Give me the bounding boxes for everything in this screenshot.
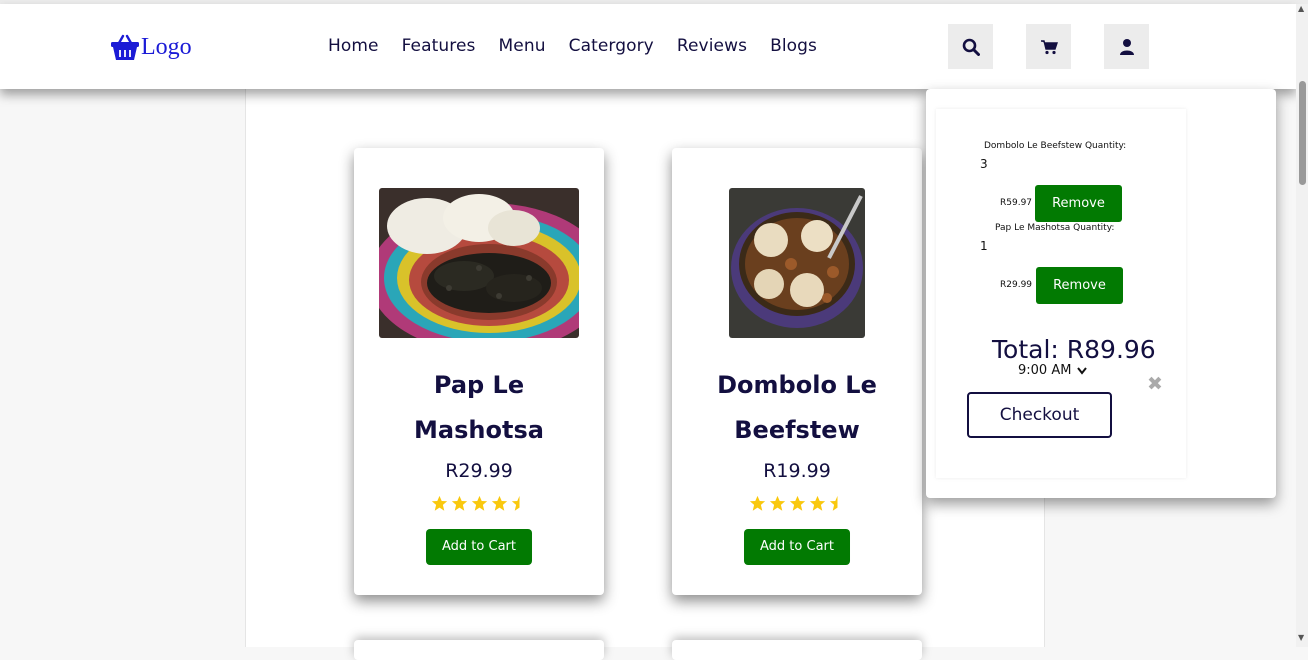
scroll-up-arrow-icon[interactable]: ▲ (1298, 4, 1304, 13)
remove-button[interactable]: Remove (1036, 267, 1123, 304)
star-rating (672, 495, 922, 512)
cart-item-price: R29.99 (1000, 280, 1033, 290)
product-name: Dombolo Le Beefstew (672, 363, 922, 453)
star-icon (491, 495, 507, 511)
site-header: Logo Home Features Menu Catergory Review… (0, 4, 1296, 89)
product-name-line2: Beefstew (734, 416, 860, 444)
nav-reviews[interactable]: Reviews (677, 36, 747, 56)
product-name: Pap Le Mashotsa (354, 363, 604, 453)
cart-dropdown: Dombolo Le Beefstew Quantity: 3 R59.97 R… (926, 89, 1276, 498)
star-icon (749, 495, 765, 511)
time-select-value: 9:00 AM (1018, 363, 1072, 378)
star-rating (354, 495, 604, 512)
scroll-down-arrow-icon[interactable]: ▼ (1298, 633, 1304, 642)
half-star-icon (829, 495, 837, 511)
star-icon (789, 495, 805, 511)
product-price: R29.99 (445, 460, 513, 482)
logo[interactable]: Logo (110, 31, 192, 63)
user-icon (1119, 38, 1134, 55)
remove-button[interactable]: Remove (1035, 185, 1122, 222)
nav-blogs[interactable]: Blogs (770, 36, 817, 56)
product-card: Pap Le Mashotsa R29.99 Add to Cart (354, 148, 604, 595)
close-icon[interactable]: ✖ (1147, 373, 1163, 395)
star-icon (809, 495, 825, 511)
nav-home[interactable]: Home (328, 36, 379, 56)
star-icon (431, 495, 447, 511)
account-button[interactable] (1104, 24, 1149, 69)
cart-item-label: Pap Le Mashotsa Quantity: (995, 223, 1115, 233)
logo-text: Logo (141, 33, 192, 60)
cart-button[interactable] (1026, 24, 1071, 69)
cart-item-label: Dombolo Le Beefstew Quantity: (984, 141, 1127, 151)
product-card-partial (354, 640, 604, 660)
nav-category[interactable]: Catergory (569, 36, 654, 56)
checkout-button[interactable]: Checkout (967, 392, 1112, 438)
product-name-line1: Dombolo Le (717, 371, 877, 399)
cart-item-quantity: 3 (980, 157, 988, 171)
search-icon (962, 38, 980, 56)
cart-item-price: R59.97 (1000, 198, 1033, 208)
main-nav: Home Features Menu Catergory Reviews Blo… (328, 36, 840, 56)
product-card-partial (672, 640, 922, 660)
product-card: Dombolo Le Beefstew R19.99 Add to Cart (672, 148, 922, 595)
cart-item-quantity: 1 (980, 239, 988, 253)
product-name-line1: Pap Le (433, 371, 525, 399)
cart-box: Dombolo Le Beefstew Quantity: 3 R59.97 R… (936, 109, 1186, 478)
nav-features[interactable]: Features (402, 36, 476, 56)
add-to-cart-button[interactable]: Add to Cart (426, 529, 532, 565)
chevron-down-icon (1077, 366, 1088, 375)
search-button[interactable] (948, 24, 993, 69)
nav-menu[interactable]: Menu (499, 36, 546, 56)
scroll-thumb[interactable] (1299, 81, 1306, 185)
star-icon (769, 495, 785, 511)
shopping-cart-icon (1040, 39, 1058, 54)
half-star-icon (511, 495, 519, 511)
star-icon (471, 495, 487, 511)
basket-icon (111, 34, 139, 60)
page-scrollbar[interactable]: ▲ ▼ (1296, 4, 1308, 647)
time-select[interactable]: 9:00 AM (1018, 363, 1088, 378)
product-price: R19.99 (763, 460, 831, 482)
product-name-line2: Mashotsa (414, 416, 544, 444)
cart-total: Total: R89.96 (992, 335, 1156, 364)
dumplings-beef-stew-photo (729, 188, 865, 338)
star-icon (451, 495, 467, 511)
pap-with-mashotsa-photo (379, 188, 579, 338)
add-to-cart-button[interactable]: Add to Cart (744, 529, 850, 565)
